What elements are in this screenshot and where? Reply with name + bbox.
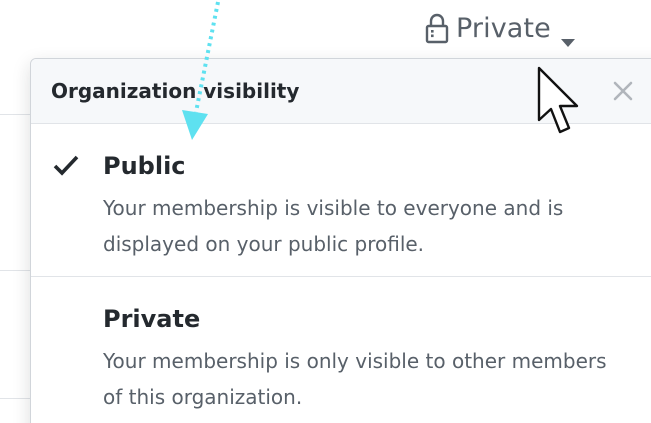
close-icon [613, 81, 633, 101]
background-divider [0, 398, 30, 399]
option-description: Your membership is visible to everyone a… [103, 196, 564, 256]
page: Private Organization visibility Public Y… [0, 0, 651, 423]
visibility-option-public[interactable]: Public Your membership is visible to eve… [31, 124, 651, 277]
caret-down-icon [560, 24, 575, 47]
popover-header: Organization visibility [31, 59, 651, 124]
check-icon [53, 155, 79, 176]
visibility-current-value: Private [456, 12, 551, 44]
close-button[interactable] [609, 77, 637, 105]
visibility-dropdown-button[interactable]: Private [424, 8, 575, 48]
visibility-popover: Organization visibility Public Your memb… [30, 58, 651, 423]
background-divider [0, 270, 30, 271]
lock-icon [424, 12, 450, 44]
popover-title: Organization visibility [51, 79, 300, 103]
option-title: Private [103, 305, 201, 333]
visibility-option-private[interactable]: Private Your membership is only visible … [31, 277, 651, 423]
option-description: Your membership is only visible to other… [103, 349, 607, 409]
option-title: Public [103, 152, 186, 180]
background-divider [0, 114, 30, 115]
